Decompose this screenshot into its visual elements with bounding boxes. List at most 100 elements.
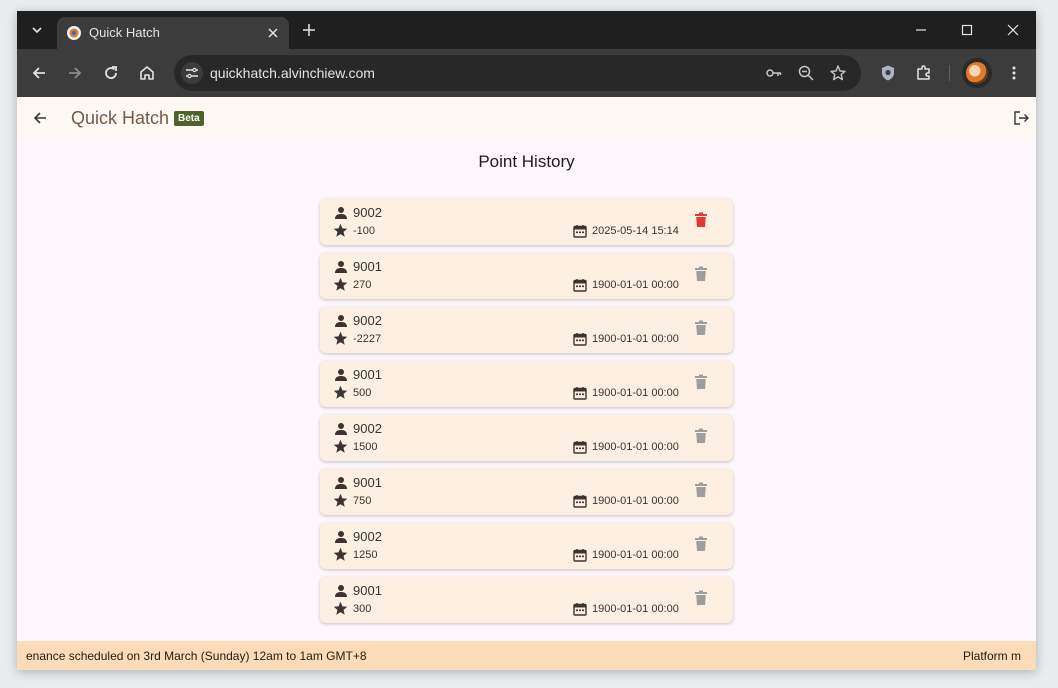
history-date: 1900-01-01 00:00 [592, 333, 679, 345]
app-title: Quick Hatch [71, 108, 170, 128]
person-icon [333, 421, 348, 436]
banner-text-repeat: Platform m [963, 649, 1022, 663]
star-icon [333, 601, 348, 616]
user-id: 9001 [353, 583, 382, 598]
history-card: 9001 300 1900-01-01 00:00 [320, 577, 733, 623]
delete-button[interactable] [692, 320, 710, 339]
home-icon [140, 66, 154, 80]
history-card: 9001 500 1900-01-01 00:00 [320, 361, 733, 407]
tab-search-button[interactable] [25, 18, 49, 42]
history-card: 9001 270 1900-01-01 00:00 [320, 253, 733, 299]
window-close-button[interactable] [1003, 20, 1023, 40]
points-value: 300 [353, 603, 372, 615]
toolbar-divider [949, 65, 950, 81]
points-value: 1500 [353, 441, 378, 453]
person-icon [333, 367, 348, 382]
history-card: 9002 -100 2025-05-14 15:14 [320, 199, 733, 245]
banner-text: enance scheduled on 3rd March (Sunday) 1… [26, 649, 367, 663]
calendar-icon [572, 223, 587, 238]
delete-button[interactable] [692, 428, 710, 449]
star-icon [333, 493, 348, 508]
star-icon [333, 547, 348, 562]
home-button[interactable] [135, 61, 159, 85]
calendar-icon [572, 277, 587, 292]
address-bar[interactable]: quickhatch.alvinchiew.com [174, 55, 861, 91]
logout-icon [1014, 111, 1029, 125]
tab-title: Quick Hatch [89, 25, 160, 40]
avatar [966, 62, 988, 84]
delete-button[interactable] [692, 482, 710, 501]
puzzle-icon [917, 65, 930, 80]
person-icon [333, 259, 348, 274]
history-date: 1900-01-01 00:00 [592, 279, 679, 291]
delete-button[interactable] [692, 590, 710, 609]
history-date: 1900-01-01 00:00 [592, 441, 679, 453]
arrow-left-icon [33, 112, 46, 124]
key-icon [766, 69, 782, 77]
calendar-icon [572, 547, 587, 562]
user-id: 9002 [353, 421, 382, 436]
history-card: 9002 1500 1900-01-01 00:00 [320, 415, 733, 461]
site-favicon-icon [66, 25, 82, 41]
star-icon [333, 385, 348, 400]
minimize-icon [916, 29, 926, 31]
site-info-button[interactable] [181, 62, 203, 84]
point-history-list: 9002 -100 2025-05-14 15:14 9001 270 1900-01-0… [320, 199, 733, 631]
bookmark-button[interactable] [828, 63, 848, 83]
new-tab-button[interactable] [299, 20, 319, 40]
user-id: 9001 [353, 367, 382, 382]
delete-button[interactable] [692, 374, 710, 395]
arrow-right-icon [69, 67, 82, 79]
reload-icon [105, 66, 117, 79]
history-date: 2025-05-14 15:14 [592, 225, 679, 237]
zoom-out-icon [798, 65, 814, 81]
points-value: 500 [353, 387, 372, 399]
delete-button[interactable] [692, 212, 710, 233]
person-icon [333, 583, 348, 598]
tune-icon [186, 67, 198, 79]
chevron-down-icon [32, 27, 42, 34]
star-icon [333, 277, 348, 292]
arrow-left-icon [32, 67, 45, 79]
points-value: 1250 [353, 549, 378, 561]
history-date: 1900-01-01 00:00 [592, 495, 679, 507]
tab-close-button[interactable] [265, 25, 281, 41]
page-title: Point History [478, 152, 575, 171]
url-text[interactable]: quickhatch.alvinchiew.com [210, 65, 375, 81]
beta-badge: Beta [174, 111, 204, 126]
person-icon [333, 529, 348, 544]
user-id: 9001 [353, 475, 382, 490]
back-button[interactable] [27, 61, 51, 85]
user-id: 9002 [353, 205, 382, 220]
minimize-button[interactable] [911, 20, 931, 40]
calendar-icon [572, 385, 587, 400]
extension-shield-button[interactable] [876, 61, 900, 85]
password-key-button[interactable] [764, 63, 784, 83]
reload-button[interactable] [99, 61, 123, 85]
more-vert-icon [1012, 66, 1016, 80]
browser-tab[interactable]: Quick Hatch [57, 17, 289, 49]
user-id: 9002 [353, 313, 382, 328]
points-value: 270 [353, 279, 372, 291]
delete-button[interactable] [692, 266, 710, 287]
calendar-icon [572, 439, 587, 454]
browser-menu-button[interactable] [1002, 61, 1026, 85]
forward-button[interactable] [63, 61, 87, 85]
history-date: 1900-01-01 00:00 [592, 549, 679, 561]
close-icon [268, 28, 278, 38]
trash-icon [694, 374, 708, 395]
close-icon [1007, 24, 1019, 36]
delete-button[interactable] [692, 536, 710, 555]
history-card: 9002 1250 1900-01-01 00:00 [320, 523, 733, 569]
trash-icon [694, 212, 708, 233]
app-back-button[interactable] [28, 106, 52, 130]
browser-window: Quick Hatch quickhatch.alvinchiew.com Qu… [17, 11, 1036, 670]
maximize-button[interactable] [957, 20, 977, 40]
trash-icon [694, 428, 708, 449]
star-outline-icon [830, 65, 846, 81]
extensions-button[interactable] [912, 61, 936, 85]
profile-button[interactable] [962, 58, 992, 88]
logout-button[interactable] [1009, 106, 1033, 130]
zoom-button[interactable] [796, 63, 816, 83]
trash-icon [694, 266, 708, 287]
